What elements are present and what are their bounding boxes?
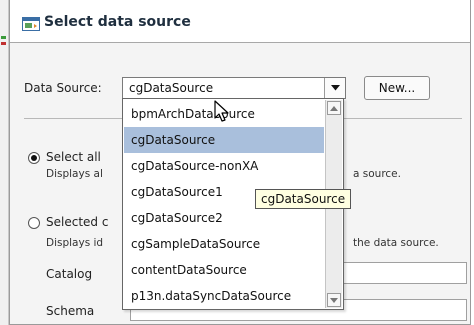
schema-label: Schema	[46, 304, 95, 318]
selected-description: Displays id	[46, 237, 104, 249]
scroll-up-arrow-icon	[330, 105, 338, 111]
new-data-source-button[interactable]: New...	[364, 76, 430, 100]
dialog-content: Data Source: cgDataSource New... Select …	[10, 43, 470, 324]
edge-mark-icon	[1, 42, 6, 45]
selected-radio[interactable]	[28, 217, 40, 229]
data-source-label: Data Source:	[24, 81, 102, 95]
data-source-combo[interactable]: cgDataSource	[122, 77, 346, 99]
scroll-up-button[interactable]	[327, 101, 341, 115]
combo-dropdown-button[interactable]	[324, 78, 345, 98]
select-all-description: Displays al	[46, 168, 103, 180]
dropdown-option[interactable]: cgDataSource-nonXA	[124, 153, 324, 179]
catalog-field[interactable]	[342, 262, 467, 284]
edge-mark-icon	[1, 36, 6, 39]
radio-selected-dot	[31, 155, 37, 161]
dropdown-option-selected[interactable]: cgDataSource	[124, 127, 324, 153]
chevron-down-icon	[330, 85, 340, 91]
select-all-description-end: a source.	[353, 168, 401, 180]
dialog-titlebar: Select data source	[10, 0, 470, 43]
scroll-down-button[interactable]	[327, 293, 341, 307]
dropdown-option[interactable]: p13n.dataSyncDataSource	[124, 283, 324, 309]
selected-label: Selected c	[46, 215, 109, 229]
option-tooltip: cgDataSource	[255, 189, 352, 209]
mouse-pointer-icon	[214, 100, 229, 122]
screen: Select data source Data Source: cgDataSo…	[0, 0, 474, 325]
data-source-value: cgDataSource	[129, 81, 214, 95]
window-icon	[22, 17, 40, 31]
background-window-edge	[0, 0, 9, 325]
dropdown-option[interactable]: contentDataSource	[124, 257, 324, 283]
select-data-source-dialog: Select data source Data Source: cgDataSo…	[9, 0, 471, 325]
select-all-radio[interactable]	[28, 152, 40, 164]
dialog-title: Select data source	[44, 14, 191, 30]
dropdown-option[interactable]: cgSampleDataSource	[124, 231, 324, 257]
select-all-label: Select all	[46, 150, 101, 164]
scroll-down-arrow-icon	[330, 297, 338, 303]
catalog-label: Catalog	[46, 267, 93, 281]
selected-description-end: the data source.	[353, 237, 439, 249]
